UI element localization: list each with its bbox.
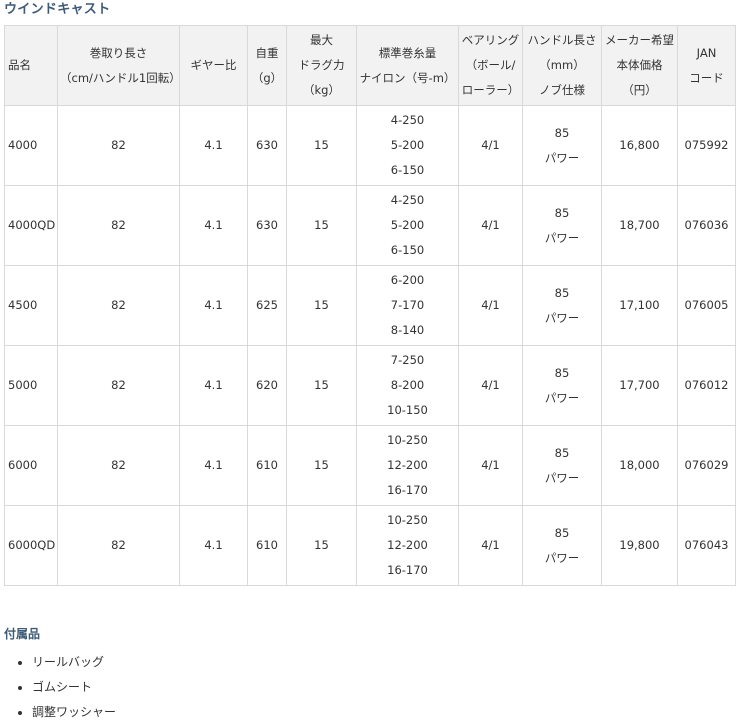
header-price: メーカー希望 本体価格 （円） [601, 25, 678, 106]
table-header-row: 品名 巻取り長さ （cm/ハンドル1回転） ギヤー比 自重 （g） 最大 ドラグ力 （k… [4, 25, 736, 106]
cell-handle-length: 85 パワー [522, 345, 602, 426]
cell-weight: 625 [247, 265, 287, 346]
header-model: 品名 [4, 25, 58, 106]
cell-handle-length: 85 パワー [522, 185, 602, 266]
cell-handle-length: 85 パワー [522, 265, 602, 346]
cell-bearing: 4/1 [458, 505, 523, 586]
cell-max-drag: 15 [286, 345, 357, 426]
cell-price: 18,000 [601, 425, 678, 506]
header-gear-ratio: ギヤー比 [179, 25, 248, 106]
cell-max-drag: 15 [286, 425, 357, 506]
cell-price: 17,700 [601, 345, 678, 426]
cell-gear-ratio: 4.1 [179, 425, 248, 506]
cell-model: 4000 [4, 105, 58, 186]
header-weight: 自重 （g） [247, 25, 287, 106]
header-line-capacity: 標準巻糸量 ナイロン（号-m） [356, 25, 459, 106]
header-bearing: ベアリング （ボール/ローラー） [458, 25, 523, 106]
cell-winding-length: 82 [57, 505, 180, 586]
cell-winding-length: 82 [57, 105, 180, 186]
cell-price: 17,100 [601, 265, 678, 346]
cell-jan-code: 076029 [677, 425, 736, 506]
cell-model: 6000QD [4, 505, 58, 586]
header-handle-length: ハンドル長さ （mm） ノブ仕様 [522, 25, 602, 106]
cell-price: 19,800 [601, 505, 678, 586]
list-item: リールバッグ [32, 650, 116, 675]
table-row: 6000 82 4.1 610 15 10-250 12-200 16-170 4/… [4, 425, 736, 506]
cell-handle-length: 85 パワー [522, 105, 602, 186]
cell-winding-length: 82 [57, 425, 180, 506]
cell-bearing: 4/1 [458, 425, 523, 506]
cell-line-capacity: 4-250 5-200 6-150 [356, 105, 459, 186]
spec-table: 品名 巻取り長さ （cm/ハンドル1回転） ギヤー比 自重 （g） 最大 ドラグ力 （k… [4, 25, 736, 586]
cell-model: 6000 [4, 425, 58, 506]
cell-bearing: 4/1 [458, 185, 523, 266]
cell-model: 4500 [4, 265, 58, 346]
cell-max-drag: 15 [286, 505, 357, 586]
cell-bearing: 4/1 [458, 265, 523, 346]
cell-price: 16,800 [601, 105, 678, 186]
cell-jan-code: 076005 [677, 265, 736, 346]
header-max-drag: 最大 ドラグ力 （kg） [286, 25, 357, 106]
cell-weight: 630 [247, 185, 287, 266]
cell-handle-length: 85 パワー [522, 505, 602, 586]
cell-winding-length: 82 [57, 345, 180, 426]
cell-gear-ratio: 4.1 [179, 185, 248, 266]
header-jan-code: JAN コード [677, 25, 736, 106]
cell-model: 4000QD [4, 185, 58, 266]
list-item: 調整ワッシャー [32, 700, 116, 725]
table-row: 5000 82 4.1 620 15 7-250 8-200 10-150 4/1 … [4, 345, 736, 426]
cell-gear-ratio: 4.1 [179, 265, 248, 346]
header-winding-length: 巻取り長さ （cm/ハンドル1回転） [57, 25, 180, 106]
cell-line-capacity: 4-250 5-200 6-150 [356, 185, 459, 266]
cell-max-drag: 15 [286, 105, 357, 186]
cell-model: 5000 [4, 345, 58, 426]
cell-jan-code: 076036 [677, 185, 736, 266]
cell-winding-length: 82 [57, 265, 180, 346]
cell-line-capacity: 10-250 12-200 16-170 [356, 505, 459, 586]
cell-line-capacity: 6-200 7-170 8-140 [356, 265, 459, 346]
cell-line-capacity: 10-250 12-200 16-170 [356, 425, 459, 506]
cell-handle-length: 85 パワー [522, 425, 602, 506]
table-row: 6000QD 82 4.1 610 15 10-250 12-200 16-170 … [4, 505, 736, 586]
cell-jan-code: 076043 [677, 505, 736, 586]
cell-bearing: 4/1 [458, 345, 523, 426]
accessories-list: リールバッグ ゴムシート 調整ワッシャー [4, 650, 116, 725]
cell-weight: 610 [247, 425, 287, 506]
table-row: 4000 82 4.1 630 15 4-250 5-200 6-150 4/1 8… [4, 105, 736, 186]
cell-max-drag: 15 [286, 185, 357, 266]
cell-gear-ratio: 4.1 [179, 345, 248, 426]
cell-winding-length: 82 [57, 185, 180, 266]
cell-weight: 610 [247, 505, 287, 586]
cell-line-capacity: 7-250 8-200 10-150 [356, 345, 459, 426]
page-title: ウインドキャスト [4, 2, 111, 17]
cell-gear-ratio: 4.1 [179, 105, 248, 186]
cell-weight: 630 [247, 105, 287, 186]
cell-jan-code: 075992 [677, 105, 736, 186]
cell-bearing: 4/1 [458, 105, 523, 186]
cell-price: 18,700 [601, 185, 678, 266]
cell-max-drag: 15 [286, 265, 357, 346]
list-item: ゴムシート [32, 675, 116, 700]
cell-jan-code: 076012 [677, 345, 736, 426]
cell-gear-ratio: 4.1 [179, 505, 248, 586]
table-row: 4000QD 82 4.1 630 15 4-250 5-200 6-150 4/1… [4, 185, 736, 266]
table-row: 4500 82 4.1 625 15 6-200 7-170 8-140 4/1 8… [4, 265, 736, 346]
cell-weight: 620 [247, 345, 287, 426]
accessories-title: 付属品 [4, 627, 41, 641]
